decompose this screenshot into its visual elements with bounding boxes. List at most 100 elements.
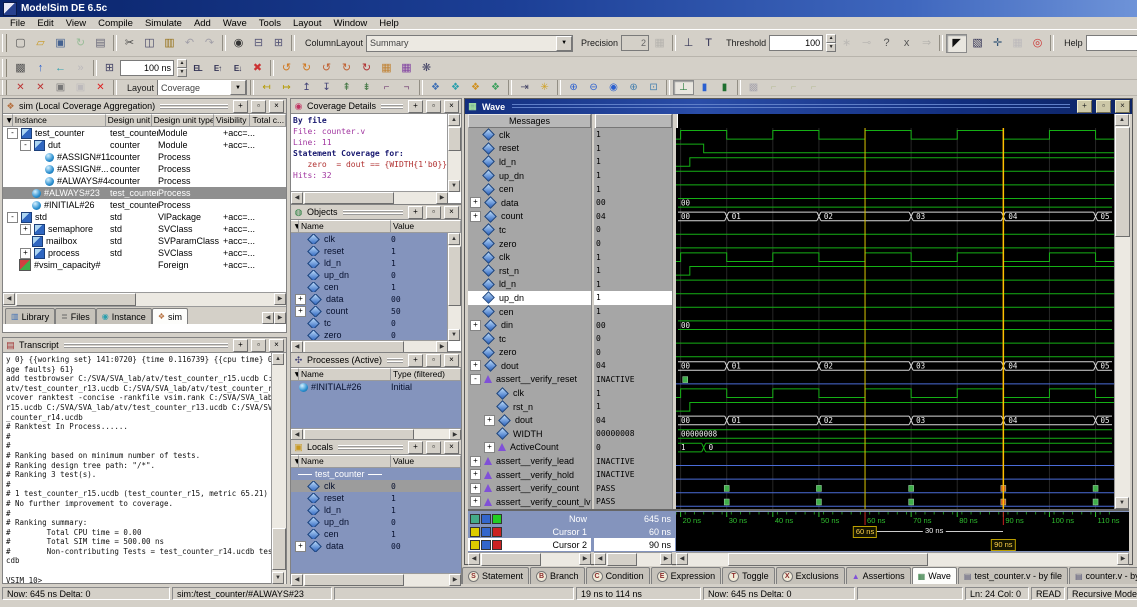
wave-value-tc[interactable]: 0 xyxy=(594,223,672,237)
spin-down-button[interactable]: ▼ xyxy=(177,68,187,77)
wave-expander-icon[interactable]: + xyxy=(484,415,495,426)
goto-time-button[interactable]: ⇥ xyxy=(515,81,534,94)
column-header-value[interactable]: Type (filtered) xyxy=(391,368,461,380)
menu-wave[interactable]: Wave xyxy=(217,18,253,29)
help-search-field[interactable] xyxy=(1086,35,1137,51)
spin-up-button[interactable]: ▲ xyxy=(826,34,836,43)
edit-tool-button[interactable]: ▮ xyxy=(695,81,714,94)
transcript-dock-button[interactable]: + xyxy=(233,339,248,352)
tab-exclusions[interactable]: XExclusions xyxy=(776,567,845,584)
sim-panel-dock-button[interactable]: + xyxy=(233,100,248,113)
wave-name-assert__verify_count[interactable]: +assert__verify_count xyxy=(468,481,591,495)
wave-name-data[interactable]: +data xyxy=(468,196,591,210)
processes-close-button[interactable]: × xyxy=(444,354,459,367)
processes-undock-button[interactable]: ▫ xyxy=(426,354,441,367)
next-edge-button[interactable]: ¬ xyxy=(397,81,416,94)
transcript-console[interactable]: y 0} {{working set} 141:0720} {time 0.11… xyxy=(3,353,272,584)
wave-expander-icon[interactable]: + xyxy=(470,211,481,222)
scroll-thumb[interactable] xyxy=(16,293,136,306)
locals-hscrollbar[interactable]: ◀ ▶ xyxy=(291,573,461,586)
wave-value-assert__verify_reset[interactable]: INACTIVE xyxy=(594,373,672,387)
tree-row-ALWAYS44[interactable]: #ALWAYS#44counterProcess xyxy=(3,175,286,187)
signal-row-clk[interactable]: clk0 xyxy=(291,480,461,492)
wave-title-grip[interactable] xyxy=(512,103,1070,110)
signal-row-clk[interactable]: clk0 xyxy=(291,233,448,245)
reload-button[interactable]: ↻ xyxy=(71,35,90,52)
wave-name-count[interactable]: +count xyxy=(468,210,591,224)
step-button[interactable]: ↺ xyxy=(277,60,296,77)
prev-falling-button[interactable]: ⇞ xyxy=(337,81,356,94)
zoom-range-button[interactable]: ⊕ xyxy=(624,81,643,94)
cursor2-track[interactable]: 90 ns xyxy=(676,538,1129,551)
objects-header[interactable]: ◍ Objects + ▫ × xyxy=(291,205,461,220)
sim-options-button[interactable]: ▩ xyxy=(11,60,30,77)
find-button[interactable]: ◉ xyxy=(229,35,248,52)
column-header-value[interactable]: Value xyxy=(391,455,461,467)
prev-transition-button[interactable]: ↤ xyxy=(257,81,276,94)
transcript-header[interactable]: ▤ Transcript + ▫ × xyxy=(3,338,286,353)
wave-name-reset[interactable]: reset xyxy=(468,142,591,156)
signal-row-ld_n[interactable]: ld_n1 xyxy=(291,257,448,269)
processes-header[interactable]: ✣ Processes (Active) + ▫ × xyxy=(291,353,461,368)
wave-name-cen[interactable]: cen xyxy=(468,305,591,319)
coverage-details-grip[interactable] xyxy=(381,103,403,110)
tabs-scroll-right-button[interactable]: ▶ xyxy=(274,312,286,324)
wave-name-dout[interactable]: +dout xyxy=(468,413,591,427)
filter-icon[interactable]: ▼ xyxy=(291,455,299,467)
radix-button[interactable]: ✳ xyxy=(535,81,554,94)
wave-name-din[interactable]: +din xyxy=(468,318,591,332)
wave-names-column-header[interactable]: Messages xyxy=(468,114,591,128)
wave-value-tc[interactable]: 0 xyxy=(594,332,672,346)
transcript-undock-button[interactable]: ▫ xyxy=(251,339,266,352)
scroll-track[interactable] xyxy=(688,553,1117,566)
add-wave-cursor-button[interactable]: ❖ xyxy=(446,81,465,94)
scroll-thumb[interactable] xyxy=(272,528,286,570)
zoom-mode-button[interactable]: ▧ xyxy=(968,35,987,52)
run-button[interactable]: EL xyxy=(188,60,207,77)
cursor-label-cursor-1[interactable]: Cursor 1 xyxy=(468,525,591,538)
cancel-right-button[interactable]: ✕ xyxy=(31,81,50,94)
scroll-up-button[interactable]: ▲ xyxy=(448,114,460,126)
next-falling-button[interactable]: ⇟ xyxy=(357,81,376,94)
scroll-thumb[interactable] xyxy=(448,127,461,151)
zoom-out-button[interactable]: ⊖ xyxy=(584,81,603,94)
coverage-details-undock-button[interactable]: ▫ xyxy=(426,100,441,113)
wave-name-assert__verify_reset[interactable]: -assert__verify_reset xyxy=(468,373,591,387)
add-wave-selected-button[interactable]: ❖ xyxy=(466,81,485,94)
scroll-left-button[interactable]: ◀ xyxy=(594,553,606,565)
scroll-thumb[interactable] xyxy=(607,553,637,566)
scroll-right-button[interactable]: ▶ xyxy=(449,574,461,586)
scroll-left-button[interactable]: ◀ xyxy=(3,293,15,305)
wave-name-rst_n[interactable]: rst_n xyxy=(468,264,591,278)
scroll-track[interactable] xyxy=(448,126,461,180)
continue-button[interactable]: E↑ xyxy=(208,60,227,77)
cursor-value-now[interactable]: 645 ns xyxy=(594,512,675,525)
menu-layout[interactable]: Layout xyxy=(287,18,328,29)
wave-name-up_dn[interactable]: up_dn xyxy=(468,169,591,183)
wave-name-tc[interactable]: tc xyxy=(468,332,591,346)
wave-name-clk[interactable]: clk xyxy=(468,386,591,400)
pan-mode-button[interactable]: ✛ xyxy=(988,35,1007,52)
column-header-visibility[interactable]: Visibility xyxy=(214,114,251,126)
tree-row-std[interactable]: -stdstdVlPackage+acc=... xyxy=(3,211,286,223)
stop-sim-button[interactable]: ↻ xyxy=(357,60,376,77)
transcript-vscrollbar[interactable]: ▲ ▼ xyxy=(271,353,286,584)
pattern-button[interactable]: ▩ xyxy=(744,81,763,94)
run-all-button[interactable]: E↓ xyxy=(228,60,247,77)
paste-button[interactable]: ▥ xyxy=(160,35,179,52)
signal-row-data[interactable]: +data00 xyxy=(291,540,461,552)
threshold-field[interactable]: 100 xyxy=(769,35,823,51)
add-icon[interactable] xyxy=(470,540,480,550)
sim-horizontal-scrollbar[interactable]: ◀▶ xyxy=(3,292,286,306)
wave-expander-icon[interactable]: - xyxy=(470,374,481,385)
scroll-up-button[interactable]: ▲ xyxy=(448,233,460,245)
wave-dock-button[interactable]: + xyxy=(1077,100,1092,113)
signal-row-ld_n[interactable]: ld_n1 xyxy=(291,504,461,516)
expand-net-2-button[interactable]: ⌐ xyxy=(784,81,803,94)
redo-button[interactable]: ↷ xyxy=(200,35,219,52)
scroll-left-button[interactable]: ◀ xyxy=(676,553,688,565)
chevron-down-icon[interactable]: ▼ xyxy=(556,36,572,51)
wave-name-WIDTH[interactable]: WIDTH xyxy=(468,427,591,441)
contains-button[interactable]: ⊸ xyxy=(857,35,876,52)
wave-expander-icon[interactable]: + xyxy=(470,469,481,480)
